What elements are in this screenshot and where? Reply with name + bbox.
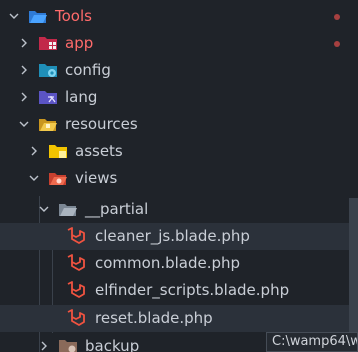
file-explorer-tree: Tools app config lang resources assets v… bbox=[0, 0, 358, 352]
tree-label: backup bbox=[85, 337, 140, 352]
tree-label: __partial bbox=[85, 200, 149, 218]
laravel-icon bbox=[66, 281, 86, 300]
tree-label: lang bbox=[65, 88, 98, 106]
tree-label: views bbox=[75, 169, 118, 187]
tree-label: reset.blade.php bbox=[95, 309, 213, 327]
chevron-right-icon bbox=[16, 84, 32, 111]
laravel-icon bbox=[66, 309, 86, 328]
tree-item-config[interactable]: config bbox=[0, 57, 358, 84]
tree-item-partial[interactable]: __partial bbox=[0, 196, 358, 223]
folder-config-icon bbox=[38, 61, 58, 80]
tree-file-reset[interactable]: reset.blade.php bbox=[0, 305, 358, 332]
tree-label: elfinder_scripts.blade.php bbox=[95, 281, 290, 299]
folder-open-gray-icon bbox=[58, 200, 78, 219]
tree-file-cleaner-js[interactable]: cleaner_js.blade.php bbox=[0, 223, 358, 250]
tree-label: config bbox=[65, 61, 111, 79]
tree-item-lang[interactable]: lang bbox=[0, 84, 358, 111]
modified-dot bbox=[334, 14, 340, 20]
tree-item-views[interactable]: views bbox=[0, 165, 358, 192]
tree-label: assets bbox=[75, 142, 123, 160]
chevron-down-icon bbox=[16, 111, 32, 138]
folder-open-blue-icon bbox=[28, 7, 48, 26]
chevron-right-icon bbox=[16, 30, 32, 57]
folder-backup-icon bbox=[58, 337, 78, 352]
path-tooltip: C:\wamp64\www bbox=[266, 332, 358, 352]
tree-label: app bbox=[65, 34, 94, 52]
tree-root-tools[interactable]: Tools bbox=[0, 3, 358, 30]
chevron-down-icon bbox=[36, 196, 52, 223]
scrollbar-thumb[interactable] bbox=[349, 198, 358, 352]
tree-label: cleaner_js.blade.php bbox=[95, 227, 250, 245]
tree-label: common.blade.php bbox=[95, 254, 241, 272]
modified-dot bbox=[334, 41, 340, 47]
chevron-down-icon bbox=[26, 165, 42, 192]
tree-item-app[interactable]: app bbox=[0, 30, 358, 57]
chevron-down-icon bbox=[6, 3, 22, 30]
chevron-right-icon bbox=[36, 333, 52, 352]
folder-lang-icon bbox=[38, 88, 58, 107]
tree-item-assets[interactable]: assets bbox=[0, 138, 358, 165]
laravel-icon bbox=[66, 254, 86, 273]
chevron-right-icon bbox=[26, 138, 42, 165]
folder-resources-open-icon bbox=[38, 115, 58, 134]
folder-assets-icon bbox=[48, 142, 68, 161]
tree-file-elfinder-scripts[interactable]: elfinder_scripts.blade.php bbox=[0, 277, 358, 304]
folder-app-icon bbox=[38, 34, 58, 53]
tree-item-resources[interactable]: resources bbox=[0, 111, 358, 138]
folder-views-open-icon bbox=[48, 169, 68, 188]
tree-file-common[interactable]: common.blade.php bbox=[0, 250, 358, 277]
chevron-right-icon bbox=[16, 57, 32, 84]
tree-label: resources bbox=[65, 115, 138, 133]
tree-label: Tools bbox=[55, 7, 92, 25]
laravel-icon bbox=[66, 227, 86, 246]
